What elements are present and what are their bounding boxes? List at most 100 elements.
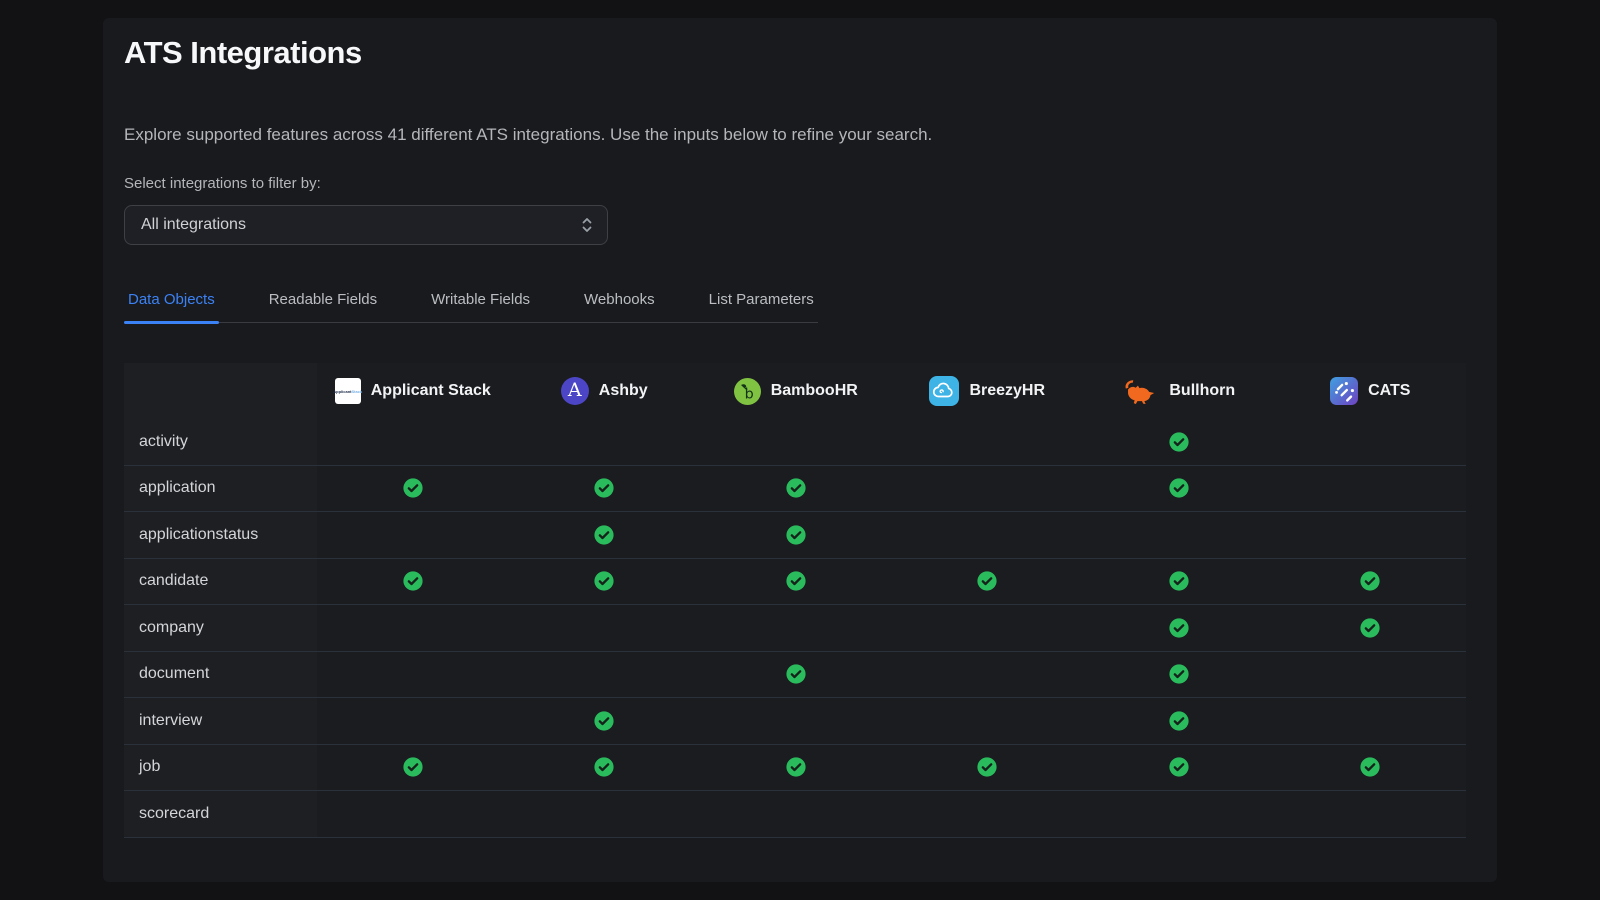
table-row-job: job xyxy=(124,745,1466,792)
cell-interview-bamboohr xyxy=(700,698,892,744)
cell-document-applicant-stack xyxy=(317,652,509,698)
cell-applicationstatus-cats xyxy=(1275,512,1467,558)
tab-data-objects[interactable]: Data Objects xyxy=(124,289,219,322)
bamboohr-logo-icon: b xyxy=(734,378,761,405)
check-icon xyxy=(977,571,997,591)
page-description: Explore supported features across 41 dif… xyxy=(124,124,1471,146)
cell-activity-ashby xyxy=(509,419,701,465)
column-header-applicant-stack: ApplicantStack Applicant Stack xyxy=(317,363,509,419)
cell-activity-bullhorn xyxy=(1083,419,1275,465)
cell-activity-cats xyxy=(1275,419,1467,465)
check-icon xyxy=(786,525,806,545)
table-row-candidate: candidate xyxy=(124,559,1466,606)
cell-company-bullhorn xyxy=(1083,605,1275,651)
table-row-scorecard: scorecard xyxy=(124,791,1466,838)
check-icon xyxy=(1169,571,1189,591)
integrations-select[interactable]: All integrations xyxy=(124,205,608,245)
table-row-applicationstatus: applicationstatus xyxy=(124,512,1466,559)
cell-company-breezyhr xyxy=(892,605,1084,651)
cell-document-bamboohr xyxy=(700,652,892,698)
cell-activity-breezyhr xyxy=(892,419,1084,465)
cell-application-bullhorn xyxy=(1083,466,1275,512)
check-icon xyxy=(977,757,997,777)
cell-candidate-bullhorn xyxy=(1083,559,1275,605)
check-icon xyxy=(403,757,423,777)
cell-applicationstatus-breezyhr xyxy=(892,512,1084,558)
cell-application-applicant-stack xyxy=(317,466,509,512)
row-label: interview xyxy=(124,698,317,744)
check-icon xyxy=(1169,478,1189,498)
check-icon xyxy=(1169,664,1189,684)
cell-candidate-breezyhr xyxy=(892,559,1084,605)
row-label: document xyxy=(124,652,317,698)
cell-document-ashby xyxy=(509,652,701,698)
column-header-ashby: AAshby xyxy=(509,363,701,419)
row-label: applicationstatus xyxy=(124,512,317,558)
cell-applicationstatus-applicant-stack xyxy=(317,512,509,558)
check-icon xyxy=(594,571,614,591)
column-label: Applicant Stack xyxy=(371,382,491,400)
table-header-row: ApplicantStack Applicant Stack AAshby b Ba… xyxy=(124,363,1466,419)
row-label: application xyxy=(124,466,317,512)
cell-candidate-cats xyxy=(1275,559,1467,605)
check-icon xyxy=(403,571,423,591)
select-value: All integrations xyxy=(141,216,246,234)
check-icon xyxy=(594,478,614,498)
cell-interview-applicant-stack xyxy=(317,698,509,744)
cell-scorecard-bullhorn xyxy=(1083,791,1275,837)
column-header-breezyhr: BreezyHR xyxy=(892,363,1084,419)
check-icon xyxy=(786,478,806,498)
cell-application-ashby xyxy=(509,466,701,512)
cell-scorecard-applicant-stack xyxy=(317,791,509,837)
cell-candidate-ashby xyxy=(509,559,701,605)
check-icon xyxy=(1169,711,1189,731)
tab-webhooks[interactable]: Webhooks xyxy=(580,289,659,322)
cell-job-applicant-stack xyxy=(317,745,509,791)
check-icon xyxy=(1360,757,1380,777)
table-row-activity: activity xyxy=(124,419,1466,466)
select-chevron-icon xyxy=(581,216,593,234)
cell-scorecard-breezyhr xyxy=(892,791,1084,837)
cell-scorecard-bamboohr xyxy=(700,791,892,837)
tab-readable-fields[interactable]: Readable Fields xyxy=(265,289,381,322)
column-header-bullhorn: Bullhorn xyxy=(1083,363,1275,419)
integrations-table: ApplicantStack Applicant Stack AAshby b Ba… xyxy=(124,363,1466,838)
cell-document-cats xyxy=(1275,652,1467,698)
table-row-interview: interview xyxy=(124,698,1466,745)
check-icon xyxy=(786,757,806,777)
column-label: Bullhorn xyxy=(1169,382,1235,400)
filter-label: Select integrations to filter by: xyxy=(124,175,1471,192)
column-label: BambooHR xyxy=(771,382,858,400)
check-icon xyxy=(1169,618,1189,638)
cell-interview-bullhorn xyxy=(1083,698,1275,744)
row-label: job xyxy=(124,745,317,791)
cell-job-bamboohr xyxy=(700,745,892,791)
cell-job-bullhorn xyxy=(1083,745,1275,791)
page-title: ATS Integrations xyxy=(124,34,1471,72)
ashby-logo-icon: A xyxy=(561,377,589,405)
cell-applicationstatus-bamboohr xyxy=(700,512,892,558)
cell-applicationstatus-ashby xyxy=(509,512,701,558)
tab-bar: Data Objects Readable Fields Writable Fiel… xyxy=(124,289,818,323)
cell-interview-breezyhr xyxy=(892,698,1084,744)
cell-job-breezyhr xyxy=(892,745,1084,791)
ats-integrations-panel: ATS Integrations Explore supported featu… xyxy=(103,18,1497,882)
applicantstack-logo-icon: ApplicantStack xyxy=(335,378,361,404)
table-row-document: document xyxy=(124,652,1466,699)
table-row-company: company xyxy=(124,605,1466,652)
check-icon xyxy=(1360,618,1380,638)
cell-document-breezyhr xyxy=(892,652,1084,698)
row-label: company xyxy=(124,605,317,651)
table-header-spacer xyxy=(124,363,317,419)
check-icon xyxy=(1360,571,1380,591)
cell-scorecard-ashby xyxy=(509,791,701,837)
row-label: candidate xyxy=(124,559,317,605)
tab-list-parameters[interactable]: List Parameters xyxy=(705,289,818,322)
tab-writable-fields[interactable]: Writable Fields xyxy=(427,289,534,322)
bullhorn-logo-icon xyxy=(1122,379,1159,404)
cell-scorecard-cats xyxy=(1275,791,1467,837)
check-icon xyxy=(594,525,614,545)
check-icon xyxy=(594,757,614,777)
column-header-bamboohr: b BambooHR xyxy=(700,363,892,419)
cell-interview-cats xyxy=(1275,698,1467,744)
